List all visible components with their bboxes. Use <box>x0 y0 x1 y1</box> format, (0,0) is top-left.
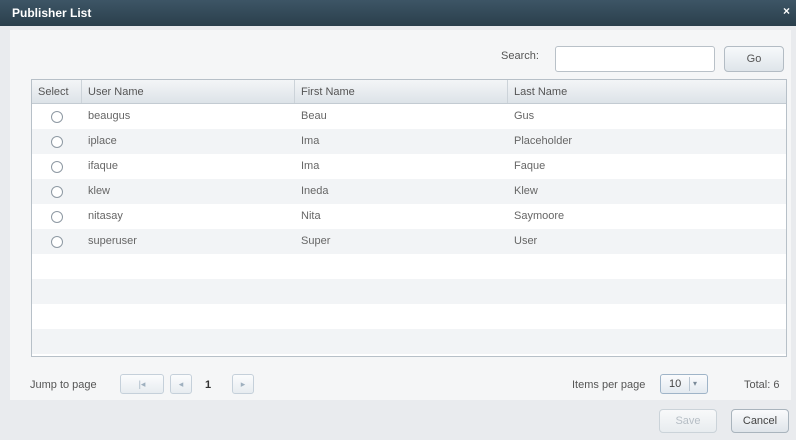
radio-icon[interactable] <box>51 110 63 123</box>
select-cell <box>32 129 82 154</box>
radio-icon[interactable] <box>51 185 63 198</box>
column-header-user-name[interactable]: User Name <box>82 80 295 103</box>
user-name-cell: iplace <box>88 135 117 147</box>
radio-icon[interactable] <box>51 235 63 248</box>
empty-row <box>32 329 786 354</box>
table-row[interactable]: iplace Ima Placeholder <box>32 129 786 154</box>
select-cell <box>32 229 82 254</box>
table-row[interactable]: beaugus Beau Gus <box>32 104 786 129</box>
first-name-cell: Nita <box>301 210 321 222</box>
radio-icon[interactable] <box>51 210 63 223</box>
table-header: Select User Name First Name Last Name <box>32 80 786 104</box>
last-name-cell: Gus <box>514 110 535 122</box>
empty-row <box>32 304 786 329</box>
column-header-last-name[interactable]: Last Name <box>508 80 786 103</box>
search-label: Search: <box>501 50 539 62</box>
last-name-cell: Faque <box>514 160 546 172</box>
column-header-first-name[interactable]: First Name <box>295 80 508 103</box>
search-input[interactable] <box>555 46 715 72</box>
radio-icon[interactable] <box>51 135 63 148</box>
chevron-down-icon: ▾ <box>693 379 698 388</box>
items-per-page-value: 10 <box>669 378 682 390</box>
column-header-select[interactable]: Select <box>32 80 82 103</box>
prev-page-icon[interactable]: ◂ <box>170 374 192 394</box>
total-count: Total: 6 <box>744 379 780 391</box>
pager-bar: Jump to page |◂ ◂ 1 ▸ Items per page 10 … <box>10 368 791 398</box>
cancel-button[interactable]: Cancel <box>731 409 789 433</box>
next-page-icon[interactable]: ▸ <box>232 374 254 394</box>
window-title: Publisher List <box>12 6 92 20</box>
go-button[interactable]: Go <box>724 46 784 72</box>
empty-row <box>32 279 786 304</box>
table-row[interactable]: nitasay Nita Saymoore <box>32 204 786 229</box>
jump-to-page-label: Jump to page <box>30 379 97 391</box>
last-name-cell: Saymoore <box>514 210 565 222</box>
first-name-cell: Ima <box>301 135 320 147</box>
select-cell <box>32 179 82 204</box>
last-name-cell: Placeholder <box>514 135 573 147</box>
empty-row <box>32 254 786 279</box>
first-name-cell: Ima <box>301 160 320 172</box>
user-name-cell: beaugus <box>88 110 131 122</box>
user-name-cell: superuser <box>88 235 137 247</box>
table-row[interactable]: klew Ineda Klew <box>32 179 786 204</box>
window-titlebar: Publisher List × <box>0 0 796 26</box>
table-body: beaugus Beau Gus iplace Ima Placeholder … <box>32 104 786 354</box>
current-page-number: 1 <box>205 379 212 391</box>
user-name-cell: ifaque <box>88 160 118 172</box>
table-row[interactable]: ifaque Ima Faque <box>32 154 786 179</box>
user-name-cell: nitasay <box>88 210 123 222</box>
table-row[interactable]: superuser Super User <box>32 229 786 254</box>
first-name-cell: Super <box>301 235 331 247</box>
last-name-cell: User <box>514 235 538 247</box>
first-name-cell: Beau <box>301 110 327 122</box>
select-divider <box>689 377 690 391</box>
radio-icon[interactable] <box>51 160 63 173</box>
user-name-cell: klew <box>88 185 111 197</box>
select-cell <box>32 154 82 179</box>
select-cell <box>32 204 82 229</box>
dialog-body: Search: Go Select User Name First Name L… <box>10 30 791 400</box>
save-button[interactable]: Save <box>659 409 717 433</box>
first-page-icon[interactable]: |◂ <box>120 374 164 394</box>
close-icon[interactable]: × <box>783 4 790 18</box>
items-per-page-select[interactable]: 10 ▾ <box>660 374 708 394</box>
publisher-table: Select User Name First Name Last Name be… <box>31 79 787 357</box>
first-name-cell: Ineda <box>301 185 329 197</box>
items-per-page-label: Items per page <box>572 379 646 391</box>
last-name-cell: Klew <box>514 185 538 197</box>
select-cell <box>32 104 82 129</box>
